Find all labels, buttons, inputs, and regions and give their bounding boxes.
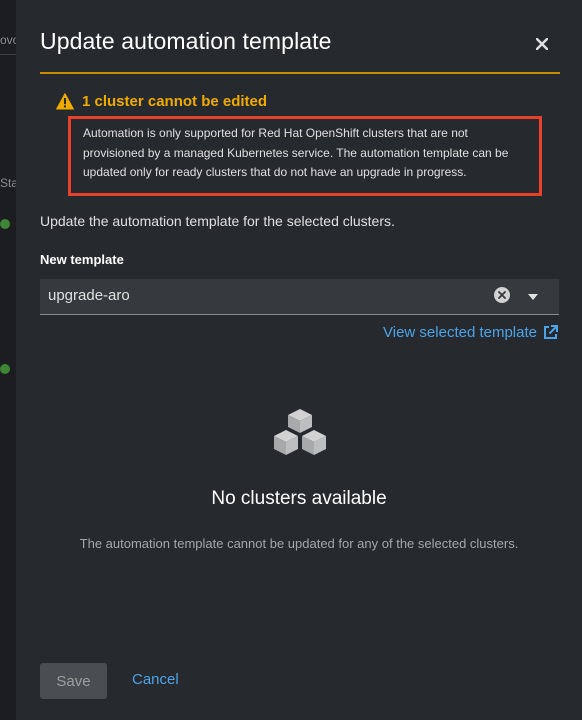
view-selected-template-link[interactable]: View selected template — [383, 324, 558, 341]
background-status-icon — [0, 364, 10, 374]
template-select[interactable]: upgrade-aro — [40, 279, 559, 315]
close-button[interactable] — [530, 32, 554, 56]
select-toggle-button[interactable] — [526, 290, 540, 304]
update-automation-template-modal: Update automation template 1 cluster can… — [16, 0, 582, 720]
cancel-button[interactable]: Cancel — [132, 671, 179, 688]
background-status-icon — [0, 219, 10, 229]
template-select-value: upgrade-aro — [48, 287, 130, 304]
alert-title: 1 cluster cannot be edited — [82, 93, 268, 110]
modal-title: Update automation template — [40, 28, 332, 54]
empty-state-body: The automation template cannot be update… — [79, 536, 519, 551]
caret-down-icon — [528, 294, 538, 300]
close-icon — [536, 38, 548, 50]
background-divider — [0, 54, 16, 55]
clear-icon — [498, 291, 506, 299]
template-field-label: New template — [40, 252, 124, 267]
title-divider — [40, 72, 560, 74]
clear-selection-button[interactable] — [494, 287, 510, 303]
save-button[interactable]: Save — [40, 663, 107, 699]
alert-description: Automation is only supported for Red Hat… — [83, 126, 509, 179]
intro-text: Update the automation template for the s… — [40, 213, 395, 229]
background-page-strip: ovo Sta — [0, 0, 19, 720]
warning-triangle-icon — [56, 93, 74, 110]
external-link-icon — [544, 325, 558, 339]
empty-state-title: No clusters available — [211, 488, 387, 509]
cubes-icon — [274, 409, 326, 455]
view-selected-template-label: View selected template — [383, 324, 537, 341]
alert-description-highlight: Automation is only supported for Red Hat… — [68, 116, 542, 196]
